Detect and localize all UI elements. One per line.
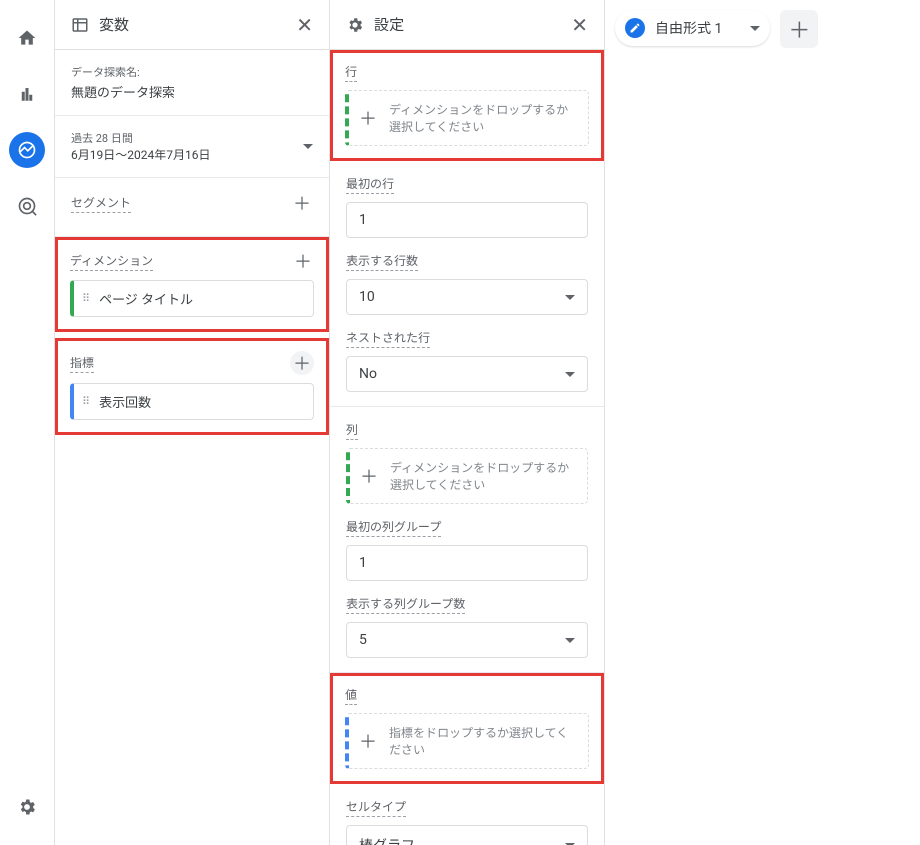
values-highlight: 値 ＋ 指標をドロップするか選択してください (330, 673, 604, 784)
nested-rows-label: ネストされた行 (346, 329, 430, 348)
canvas-panel: 自由形式 1 ＋ (605, 0, 920, 845)
start-colgroup-input[interactable]: 1 (346, 545, 588, 581)
chevron-down-icon (750, 26, 760, 31)
variables-title: 変数 (99, 14, 129, 35)
gear-icon (346, 16, 364, 34)
add-tab-button[interactable]: ＋ (780, 10, 818, 48)
cols-label: 列 (346, 421, 358, 440)
dimension-chip-label: ページ タイトル (99, 289, 193, 308)
rows-label: 行 (345, 63, 357, 82)
variables-panel-header: 変数 ✕ (55, 0, 329, 50)
plus-icon: ＋ (355, 728, 381, 754)
metrics-label: 指標 (70, 354, 94, 373)
segments-label: セグメント (71, 194, 131, 213)
rows-dropzone-text: ディメンションをドロップするか選択してください (389, 101, 578, 135)
celltype-label: セルタイプ (346, 798, 406, 817)
metrics-highlight: 指標 ＋ ⠿ 表示回数 (55, 338, 329, 435)
settings-panel: 設定 ✕ 行 ＋ ディメンションをドロップするか選択してください 最初の行 1 … (330, 0, 605, 845)
chevron-down-icon (565, 295, 575, 300)
drag-handle-icon: ⠿ (82, 292, 91, 305)
values-dropzone[interactable]: ＋ 指標をドロップするか選択してください (345, 713, 589, 769)
add-dimension-button[interactable]: ＋ (292, 250, 314, 272)
close-settings-icon[interactable]: ✕ (571, 15, 588, 35)
dimensions-label: ディメンション (70, 252, 153, 271)
date-range-text: 過去 28 日間 6月19日～2024年7月16日 (71, 130, 210, 163)
nav-advertising-icon[interactable] (9, 188, 45, 224)
add-segment-button[interactable]: ＋ (291, 192, 313, 214)
plus-icon: ＋ (356, 463, 382, 489)
show-colgroups-label: 表示する列グループ数 (346, 595, 465, 614)
values-label: 値 (345, 686, 357, 705)
nav-home-icon[interactable] (9, 20, 45, 56)
show-rows-select[interactable]: 10 (346, 279, 588, 315)
segments-section: セグメント ＋ (55, 178, 329, 237)
celltype-select[interactable]: 棒グラフ (346, 825, 588, 845)
columns-section: 列 ＋ ディメンションをドロップするか選択してください 最初の列グループ 1 表… (330, 407, 604, 673)
settings-panel-header: 設定 ✕ (330, 0, 604, 50)
show-rows-label: 表示する行数 (346, 252, 418, 271)
variables-panel: 変数 ✕ データ探索名: 無題のデータ探索 過去 28 日間 6月19日～202… (55, 0, 330, 845)
start-row-input[interactable]: 1 (346, 202, 588, 238)
start-colgroup-label: 最初の列グループ (346, 518, 441, 537)
exploration-name-label: データ探索名: (71, 64, 313, 80)
variables-icon (71, 16, 89, 34)
nested-rows-select[interactable]: No (346, 356, 588, 392)
edit-icon (625, 18, 645, 38)
chevron-down-icon (565, 372, 575, 377)
metric-chip-label: 表示回数 (99, 392, 151, 411)
nav-explore-icon[interactable] (9, 132, 45, 168)
date-range-section[interactable]: 過去 28 日間 6月19日～2024年7月16日 (55, 116, 329, 178)
values-dropzone-text: 指標をドロップするか選択してください (389, 724, 578, 758)
start-row-label: 最初の行 (346, 175, 394, 194)
drag-handle-icon: ⠿ (82, 395, 91, 408)
show-colgroups-select[interactable]: 5 (346, 622, 588, 658)
exploration-name-section: データ探索名: 無題のデータ探索 (55, 50, 329, 116)
settings-title: 設定 (374, 14, 404, 35)
exploration-name-value[interactable]: 無題のデータ探索 (71, 82, 313, 101)
close-variables-icon[interactable]: ✕ (296, 15, 313, 35)
start-row-section: 最初の行 1 表示する行数 10 ネストされた行 No (330, 161, 604, 407)
celltype-section: セルタイプ 棒グラフ (330, 784, 604, 845)
nav-reports-icon[interactable] (9, 76, 45, 112)
rows-highlight: 行 ＋ ディメンションをドロップするか選択してください (330, 50, 604, 161)
dimensions-highlight: ディメンション ＋ ⠿ ページ タイトル (55, 237, 329, 332)
plus-icon: ＋ (355, 105, 381, 131)
chevron-down-icon (303, 144, 313, 149)
add-metric-button[interactable]: ＋ (290, 351, 314, 375)
left-nav-rail (0, 0, 55, 845)
cols-dropzone-text: ディメンションをドロップするか選択してください (390, 459, 577, 493)
metric-chip-views[interactable]: ⠿ 表示回数 (70, 383, 314, 420)
tab-label: 自由形式 1 (655, 18, 722, 38)
nav-admin-icon[interactable] (9, 789, 45, 825)
cols-dropzone[interactable]: ＋ ディメンションをドロップするか選択してください (346, 448, 588, 504)
chevron-down-icon (565, 638, 575, 643)
canvas-tab[interactable]: 自由形式 1 (615, 10, 770, 46)
rows-dropzone[interactable]: ＋ ディメンションをドロップするか選択してください (345, 90, 589, 146)
dimension-chip-page-title[interactable]: ⠿ ページ タイトル (70, 280, 314, 317)
